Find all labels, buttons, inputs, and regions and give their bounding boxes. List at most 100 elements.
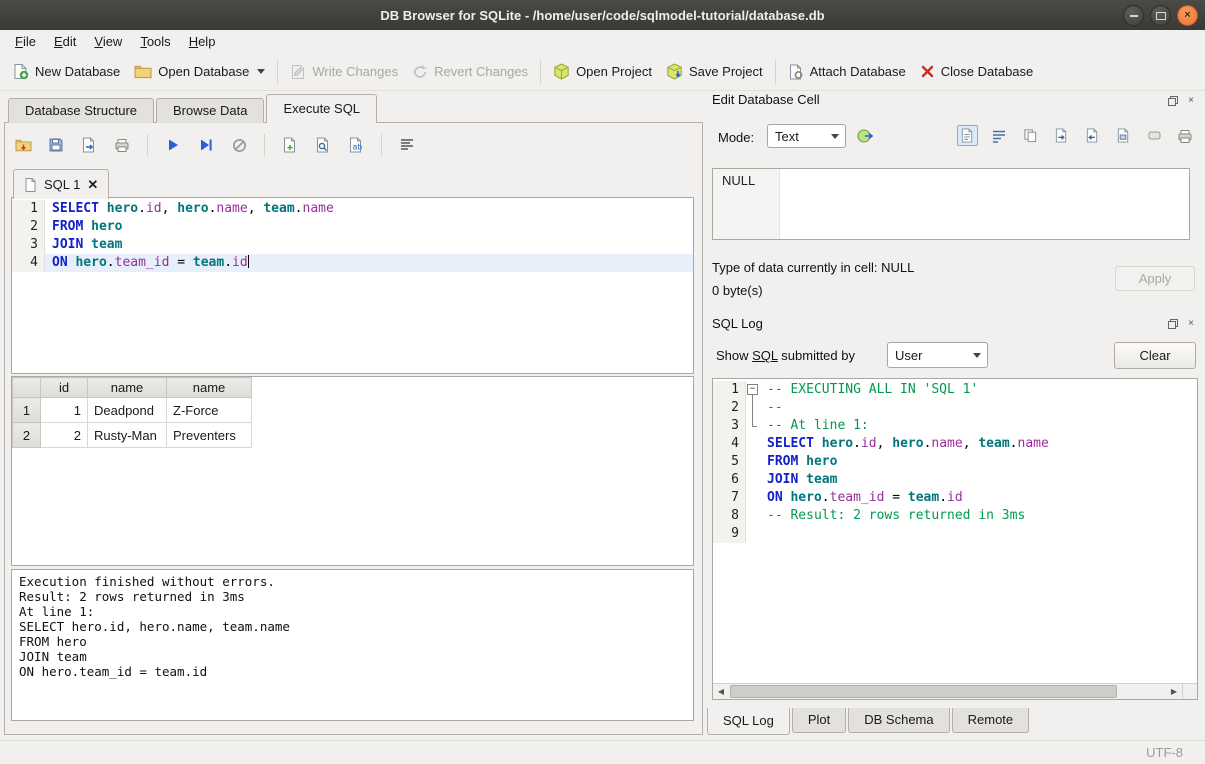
row-number[interactable]: 1 bbox=[13, 398, 41, 423]
code-line[interactable]: 1SELECT hero.id, hero.name, team.name bbox=[12, 200, 693, 218]
table-cell[interactable]: Deadpond bbox=[88, 398, 167, 423]
column-header-name[interactable]: name bbox=[167, 378, 252, 398]
execute-line-button[interactable] bbox=[196, 135, 216, 155]
code-line[interactable]: 2FROM hero bbox=[12, 218, 693, 236]
export-cell-data-button[interactable] bbox=[1082, 126, 1102, 146]
cell-value: NULL bbox=[722, 173, 755, 188]
import-in-cell-button[interactable] bbox=[855, 126, 875, 146]
code-line[interactable]: 1-- EXECUTING ALL IN 'SQL 1' bbox=[713, 381, 1197, 399]
code-line[interactable]: 5FROM hero bbox=[713, 453, 1197, 471]
mode-combobox[interactable]: Text bbox=[767, 124, 846, 148]
import-cell-data-button[interactable] bbox=[1051, 126, 1071, 146]
new-sql-tab-button[interactable] bbox=[280, 135, 300, 155]
scroll-right-icon[interactable]: ▶ bbox=[1166, 684, 1182, 699]
copy-cell-button[interactable] bbox=[1020, 126, 1040, 146]
svg-text:ab: ab bbox=[353, 143, 363, 152]
table-cell[interactable]: 1 bbox=[41, 398, 88, 423]
revert-changes-button[interactable]: Revert Changes bbox=[405, 59, 535, 85]
tab-execute-sql[interactable]: Execute SQL bbox=[266, 94, 377, 123]
line-number: 4 bbox=[12, 254, 45, 272]
text-cursor bbox=[248, 255, 249, 268]
sql-log-view[interactable]: 1-- EXECUTING ALL IN 'SQL 1'2--3-- At li… bbox=[712, 378, 1198, 700]
execute-all-button[interactable] bbox=[163, 135, 183, 155]
set-null-button[interactable] bbox=[1144, 126, 1164, 146]
table-cell[interactable]: Preventers bbox=[167, 423, 252, 448]
tab-db-schema[interactable]: DB Schema bbox=[848, 708, 949, 733]
table-cell[interactable]: Z-Force bbox=[167, 398, 252, 423]
code-line[interactable]: 4ON hero.team_id = team.id bbox=[12, 254, 693, 272]
new-database-button[interactable]: New Database bbox=[5, 58, 127, 85]
log-filter-combobox[interactable]: User bbox=[887, 342, 988, 368]
title-bar[interactable]: DB Browser for SQLite - /home/user/code/… bbox=[0, 0, 1205, 30]
column-header-id[interactable]: id bbox=[41, 378, 88, 398]
print-sql-button[interactable] bbox=[112, 135, 132, 155]
print-cell-button[interactable] bbox=[1175, 126, 1195, 146]
scroll-left-icon[interactable]: ◀ bbox=[713, 684, 729, 699]
log-horizontal-scrollbar[interactable]: ◀ ▶ bbox=[713, 683, 1197, 699]
code-line[interactable]: 8-- Result: 2 rows returned in 3ms bbox=[713, 507, 1197, 525]
code-line[interactable]: 6JOIN team bbox=[713, 471, 1197, 489]
stop-execution-button[interactable] bbox=[229, 135, 249, 155]
open-database-dropdown-icon[interactable] bbox=[257, 69, 265, 74]
close-tab-icon[interactable]: ✕ bbox=[87, 177, 98, 193]
find-text-button[interactable] bbox=[313, 135, 333, 155]
menu-file[interactable]: File bbox=[6, 31, 45, 52]
tab-browse-data[interactable]: Browse Data bbox=[156, 98, 264, 123]
menu-help[interactable]: Help bbox=[180, 31, 225, 52]
sql-editor[interactable]: 1SELECT hero.id, hero.name, team.name2FR… bbox=[11, 197, 694, 374]
column-header-name[interactable]: name bbox=[88, 378, 167, 398]
code-line[interactable]: 9 bbox=[713, 525, 1197, 543]
table-cell[interactable]: 2 bbox=[41, 423, 88, 448]
sql-document-tab[interactable]: SQL 1 ✕ bbox=[13, 169, 109, 199]
copy-icon bbox=[1023, 128, 1038, 143]
menu-view[interactable]: View bbox=[85, 31, 131, 52]
save-sql-file-button[interactable] bbox=[46, 135, 66, 155]
write-changes-button[interactable]: Write Changes bbox=[283, 59, 405, 85]
tab-plot[interactable]: Plot bbox=[792, 708, 846, 733]
attach-database-button[interactable]: Attach Database bbox=[781, 59, 913, 85]
tab-sql-log[interactable]: SQL Log bbox=[707, 708, 790, 735]
float-panel-button[interactable] bbox=[1167, 318, 1179, 330]
menu-tools[interactable]: Tools bbox=[131, 31, 179, 52]
menu-edit[interactable]: Edit bbox=[45, 31, 85, 52]
save-sql-as-button[interactable] bbox=[79, 135, 99, 155]
corner-header-cell[interactable] bbox=[13, 378, 41, 398]
code-line[interactable]: 3JOIN team bbox=[12, 236, 693, 254]
auto-complete-button[interactable]: ab bbox=[346, 135, 366, 155]
word-wrap-toggle[interactable] bbox=[989, 126, 1009, 146]
cell-value-editor[interactable]: NULL bbox=[712, 168, 1190, 240]
results-grid: idnamename 11DeadpondZ-Force22Rusty-ManP… bbox=[11, 376, 694, 566]
open-project-button[interactable]: Open Project bbox=[546, 58, 659, 85]
save-project-button[interactable]: Save Project bbox=[659, 58, 770, 85]
scrollbar-thumb[interactable] bbox=[730, 685, 1117, 698]
close-panel-button[interactable]: × bbox=[1185, 95, 1197, 107]
scrollbar-track[interactable] bbox=[729, 684, 1166, 699]
table-cell[interactable]: Rusty-Man bbox=[88, 423, 167, 448]
open-database-button[interactable]: Open Database bbox=[127, 59, 272, 85]
open-external-button[interactable] bbox=[1113, 126, 1133, 146]
float-panel-icon bbox=[1168, 96, 1178, 106]
float-panel-button[interactable] bbox=[1167, 95, 1179, 107]
text-mode-toggle[interactable] bbox=[957, 125, 978, 146]
code-line[interactable]: 4SELECT hero.id, hero.name, team.name bbox=[713, 435, 1197, 453]
close-database-button[interactable]: Close Database bbox=[913, 59, 1041, 84]
tab-database-structure[interactable]: Database Structure bbox=[8, 98, 154, 123]
row-number[interactable]: 2 bbox=[13, 423, 41, 448]
close-button[interactable]: × bbox=[1177, 5, 1198, 26]
fold-marker[interactable] bbox=[746, 381, 760, 399]
open-external-icon bbox=[1116, 128, 1131, 143]
code-line[interactable]: 7ON hero.team_id = team.id bbox=[713, 489, 1197, 507]
code-line[interactable]: 3-- At line 1: bbox=[713, 417, 1197, 435]
code-line[interactable]: 2-- bbox=[713, 399, 1197, 417]
sql-editor-toolbar: ab bbox=[13, 129, 417, 161]
sql-editor-lines: 1SELECT hero.id, hero.name, team.name2FR… bbox=[12, 200, 693, 272]
clear-log-button[interactable]: Clear bbox=[1114, 342, 1196, 369]
close-panel-button[interactable]: × bbox=[1185, 318, 1197, 330]
open-sql-file-button[interactable] bbox=[13, 135, 33, 155]
execution-output[interactable]: Execution finished without errors. Resul… bbox=[11, 569, 694, 721]
format-sql-button[interactable] bbox=[397, 135, 417, 155]
maximize-button[interactable] bbox=[1150, 5, 1171, 26]
minimize-button[interactable] bbox=[1123, 5, 1144, 26]
apply-button[interactable]: Apply bbox=[1115, 266, 1195, 291]
tab-remote[interactable]: Remote bbox=[952, 708, 1030, 733]
